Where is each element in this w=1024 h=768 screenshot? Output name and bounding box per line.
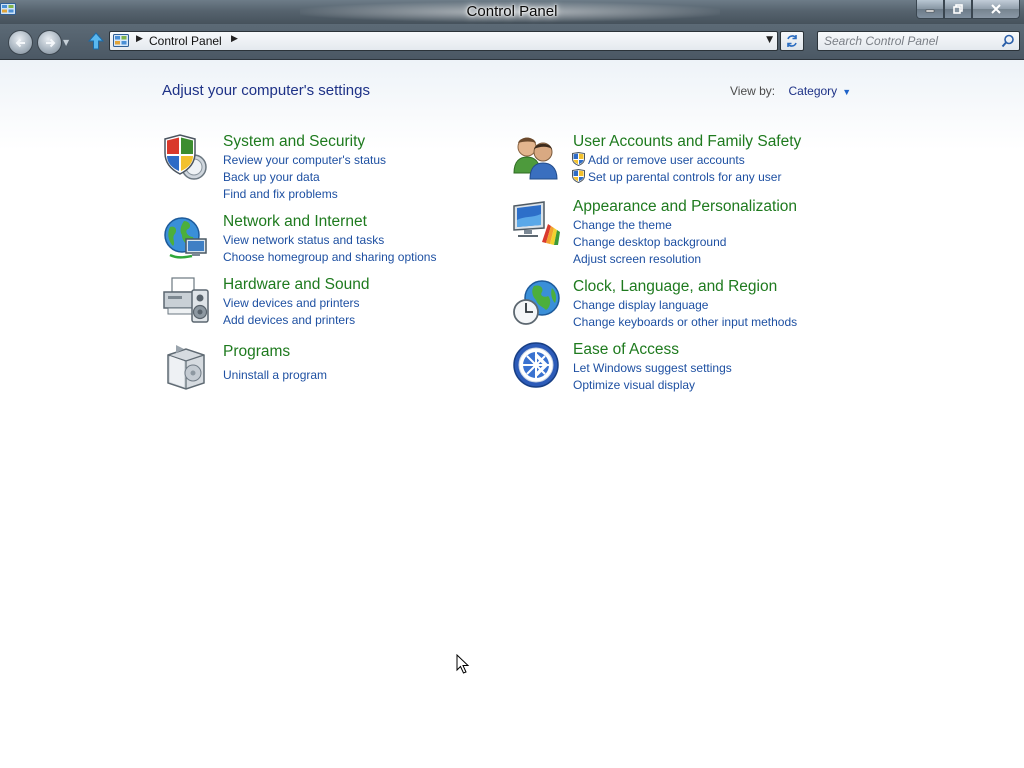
category-links: Change display language Change keyboards…: [573, 297, 797, 331]
forward-arrow-icon: [45, 38, 55, 47]
monitor-palette-icon[interactable]: [512, 198, 560, 246]
programs-box-icon[interactable]: [162, 343, 210, 391]
link-add-devices-printers[interactable]: Add devices and printers: [223, 312, 360, 329]
link-view-network-status[interactable]: View network status and tasks: [223, 232, 436, 249]
back-arrow-icon: [15, 38, 25, 47]
restore-icon: [953, 4, 963, 14]
search-icon[interactable]: [1001, 34, 1015, 48]
clock-globe-icon[interactable]: [512, 278, 560, 326]
category-links: View devices and printers Add devices an…: [223, 295, 360, 329]
address-bar[interactable]: ▶ Control Panel ▶ ▼: [109, 31, 778, 51]
category-title[interactable]: User Accounts and Family Safety: [573, 133, 801, 151]
view-by-value[interactable]: Category: [788, 84, 837, 98]
users-icon[interactable]: [512, 133, 560, 181]
link-text[interactable]: Add or remove user accounts: [588, 153, 745, 167]
link-change-theme[interactable]: Change the theme: [573, 217, 726, 234]
view-by-label: View by:: [730, 84, 776, 98]
window-title: Control Panel: [466, 3, 558, 20]
chevron-down-icon: ▼: [63, 38, 70, 47]
category-links: Let Windows suggest settings Optimize vi…: [573, 360, 732, 394]
back-button[interactable]: [8, 30, 33, 55]
network-globe-icon[interactable]: [162, 213, 210, 261]
link-display-language[interactable]: Change display language: [573, 297, 797, 314]
uac-shield-icon: [572, 152, 585, 166]
link-review-status[interactable]: Review your computer's status: [223, 152, 386, 169]
link-homegroup-sharing[interactable]: Choose homegroup and sharing options: [223, 249, 436, 266]
category-links: View network status and tasks Choose hom…: [223, 232, 436, 266]
category-title[interactable]: Programs: [223, 343, 290, 361]
link-optimize-visual-display[interactable]: Optimize visual display: [573, 377, 732, 394]
view-by: View by: Category ▼: [730, 84, 851, 98]
search-input[interactable]: [824, 33, 994, 49]
printer-speaker-icon[interactable]: [162, 276, 210, 324]
breadcrumb-separator-icon[interactable]: ▶: [231, 34, 238, 44]
link-parental-controls[interactable]: Set up parental controls for any user: [572, 169, 781, 186]
address-dropdown-icon[interactable]: ▼: [766, 35, 773, 45]
content-area: Adjust your computer's settings View by:…: [0, 60, 1024, 768]
link-add-remove-accounts[interactable]: Add or remove user accounts: [572, 152, 781, 169]
refresh-button[interactable]: [780, 31, 804, 51]
category-title[interactable]: Network and Internet: [223, 213, 367, 231]
link-find-fix-problems[interactable]: Find and fix problems: [223, 186, 386, 203]
refresh-icon: [787, 35, 797, 47]
page-title: Adjust your computer's settings: [162, 82, 370, 99]
control-panel-icon: [113, 34, 129, 47]
restore-button[interactable]: [944, 0, 972, 19]
view-by-dropdown[interactable]: Category ▼: [788, 84, 851, 98]
category-title[interactable]: System and Security: [223, 133, 365, 151]
category-links: Review your computer's status Back up yo…: [223, 152, 386, 203]
minimize-icon: [925, 9, 935, 13]
breadcrumb-control-panel[interactable]: Control Panel: [149, 34, 222, 48]
link-view-devices-printers[interactable]: View devices and printers: [223, 295, 360, 312]
link-uninstall-program[interactable]: Uninstall a program: [223, 367, 327, 384]
up-arrow-icon[interactable]: [88, 32, 104, 50]
category-title[interactable]: Ease of Access: [573, 341, 679, 359]
window-controls: [916, 0, 1020, 20]
chevron-down-icon[interactable]: ▼: [842, 87, 851, 97]
category-links: Add or remove user accounts Set up paren…: [572, 152, 781, 186]
title-bar: Control Panel: [0, 0, 1024, 24]
forward-button[interactable]: [37, 30, 62, 55]
category-links: Change the theme Change desktop backgrou…: [573, 217, 726, 268]
link-change-background[interactable]: Change desktop background: [573, 234, 726, 251]
ease-of-access-icon[interactable]: [512, 341, 560, 389]
link-screen-resolution[interactable]: Adjust screen resolution: [573, 251, 726, 268]
close-button[interactable]: [972, 0, 1020, 19]
uac-shield-icon: [572, 169, 585, 183]
category-links: Uninstall a program: [223, 367, 327, 384]
breadcrumb-separator-icon[interactable]: ▶: [136, 34, 143, 44]
close-icon: [991, 4, 1001, 14]
shield-icon[interactable]: [162, 133, 210, 181]
link-keyboards-input[interactable]: Change keyboards or other input methods: [573, 314, 797, 331]
category-title[interactable]: Clock, Language, and Region: [573, 278, 777, 296]
search-box[interactable]: [817, 31, 1020, 51]
recent-pages-dropdown[interactable]: ▼: [63, 38, 69, 47]
link-windows-suggest-settings[interactable]: Let Windows suggest settings: [573, 360, 732, 377]
minimize-button[interactable]: [916, 0, 944, 19]
mouse-cursor-icon: [456, 654, 470, 674]
link-back-up-data[interactable]: Back up your data: [223, 169, 386, 186]
link-text[interactable]: Set up parental controls for any user: [588, 170, 781, 184]
category-title[interactable]: Appearance and Personalization: [573, 198, 797, 216]
navigation-bar: ▼ ▶ Control Panel ▶ ▼: [0, 24, 1024, 60]
category-title[interactable]: Hardware and Sound: [223, 276, 370, 294]
